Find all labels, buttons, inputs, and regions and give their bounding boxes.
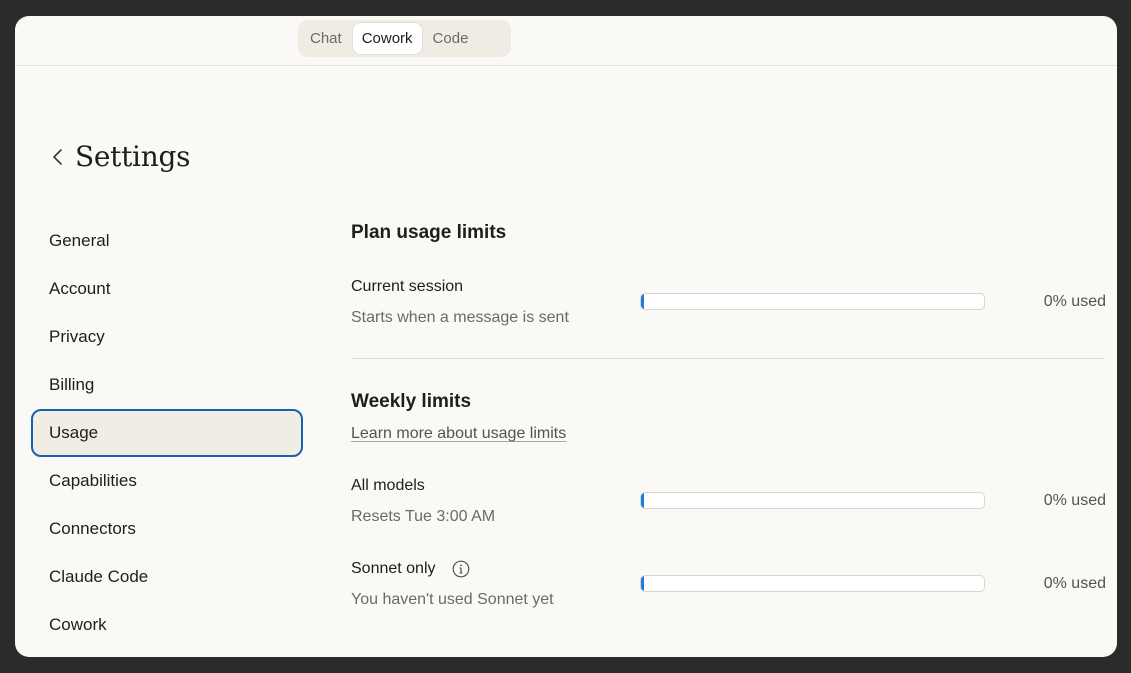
usage-panel: Plan usage limits Current session Starts…: [351, 16, 1106, 657]
current-session-label: Current session: [351, 278, 464, 295]
all-models-percent: 0% used: [1043, 492, 1106, 509]
all-models-progress-fill: [641, 493, 644, 508]
sonnet-only-subtext: You haven't used Sonnet yet: [351, 591, 554, 608]
sidebar-item-general[interactable]: General: [31, 217, 303, 265]
settings-title-text: Settings: [75, 140, 191, 173]
learn-more-link[interactable]: Learn more about usage limits: [351, 425, 566, 443]
sidebar-item-connectors[interactable]: Connectors: [31, 505, 303, 553]
tab-chat[interactable]: Chat: [301, 23, 351, 54]
page-title: Settings: [49, 140, 190, 173]
sidebar-item-cowork[interactable]: Cowork: [31, 601, 303, 649]
info-icon[interactable]: [452, 560, 470, 578]
all-models-label: All models: [351, 477, 425, 494]
current-session-percent: 0% used: [1043, 293, 1106, 310]
current-session-subtext: Starts when a message is sent: [351, 309, 569, 326]
sonnet-only-progress-bar: [640, 575, 985, 592]
settings-sidebar: General Account Privacy Billing Usage Ca…: [31, 217, 303, 649]
section-divider: [351, 358, 1105, 359]
weekly-limits-heading: Weekly limits: [351, 391, 472, 412]
settings-window: Chat Cowork Code Settings General Accoun…: [15, 16, 1117, 657]
all-models-progress-bar: [640, 492, 985, 509]
sidebar-item-claude-code[interactable]: Claude Code: [31, 553, 303, 601]
sonnet-only-progress-fill: [641, 576, 644, 591]
sidebar-item-account[interactable]: Account: [31, 265, 303, 313]
sidebar-item-billing[interactable]: Billing: [31, 361, 303, 409]
sonnet-only-label: Sonnet only: [351, 560, 436, 577]
chevron-left-icon[interactable]: [49, 145, 67, 169]
sonnet-only-percent: 0% used: [1043, 575, 1106, 592]
sidebar-item-privacy[interactable]: Privacy: [31, 313, 303, 361]
sidebar-item-capabilities[interactable]: Capabilities: [31, 457, 303, 505]
current-session-progress-fill: [641, 294, 644, 309]
current-session-progress-bar: [640, 293, 985, 310]
sidebar-item-usage[interactable]: Usage: [31, 409, 303, 457]
all-models-subtext: Resets Tue 3:00 AM: [351, 508, 496, 525]
plan-usage-heading: Plan usage limits: [351, 222, 507, 243]
